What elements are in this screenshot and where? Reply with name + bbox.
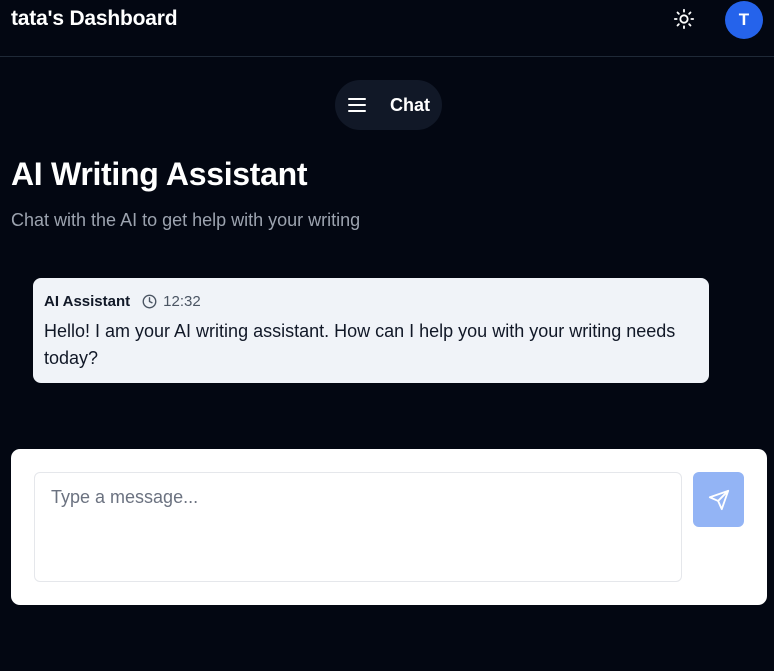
clock-icon bbox=[141, 293, 157, 309]
message-composer bbox=[11, 449, 767, 605]
menu-icon[interactable] bbox=[348, 96, 366, 114]
nav-pill-label: Chat bbox=[390, 94, 430, 115]
message-meta: AI Assistant 12:32 bbox=[44, 291, 698, 311]
message-input[interactable] bbox=[34, 472, 682, 582]
theme-toggle-button[interactable] bbox=[670, 5, 698, 33]
page-title: AI Writing Assistant bbox=[11, 156, 308, 192]
chat-nav-pill[interactable]: Chat bbox=[335, 80, 442, 130]
message-time: 12:32 bbox=[163, 292, 201, 310]
send-button[interactable] bbox=[693, 472, 744, 527]
avatar[interactable]: T bbox=[725, 1, 763, 39]
page-subtitle: Chat with the AI to get help with your w… bbox=[11, 210, 361, 230]
dashboard-title: tata's Dashboard bbox=[11, 7, 178, 30]
message-author: AI Assistant bbox=[44, 292, 131, 310]
message-text: Hello! I am your AI writing assistant. H… bbox=[44, 321, 676, 368]
top-bar: tata's Dashboard T bbox=[0, 0, 774, 57]
sun-icon bbox=[673, 8, 695, 30]
send-icon bbox=[708, 489, 729, 510]
assistant-message: AI Assistant 12:32 Hello! I am your AI w… bbox=[33, 278, 709, 383]
